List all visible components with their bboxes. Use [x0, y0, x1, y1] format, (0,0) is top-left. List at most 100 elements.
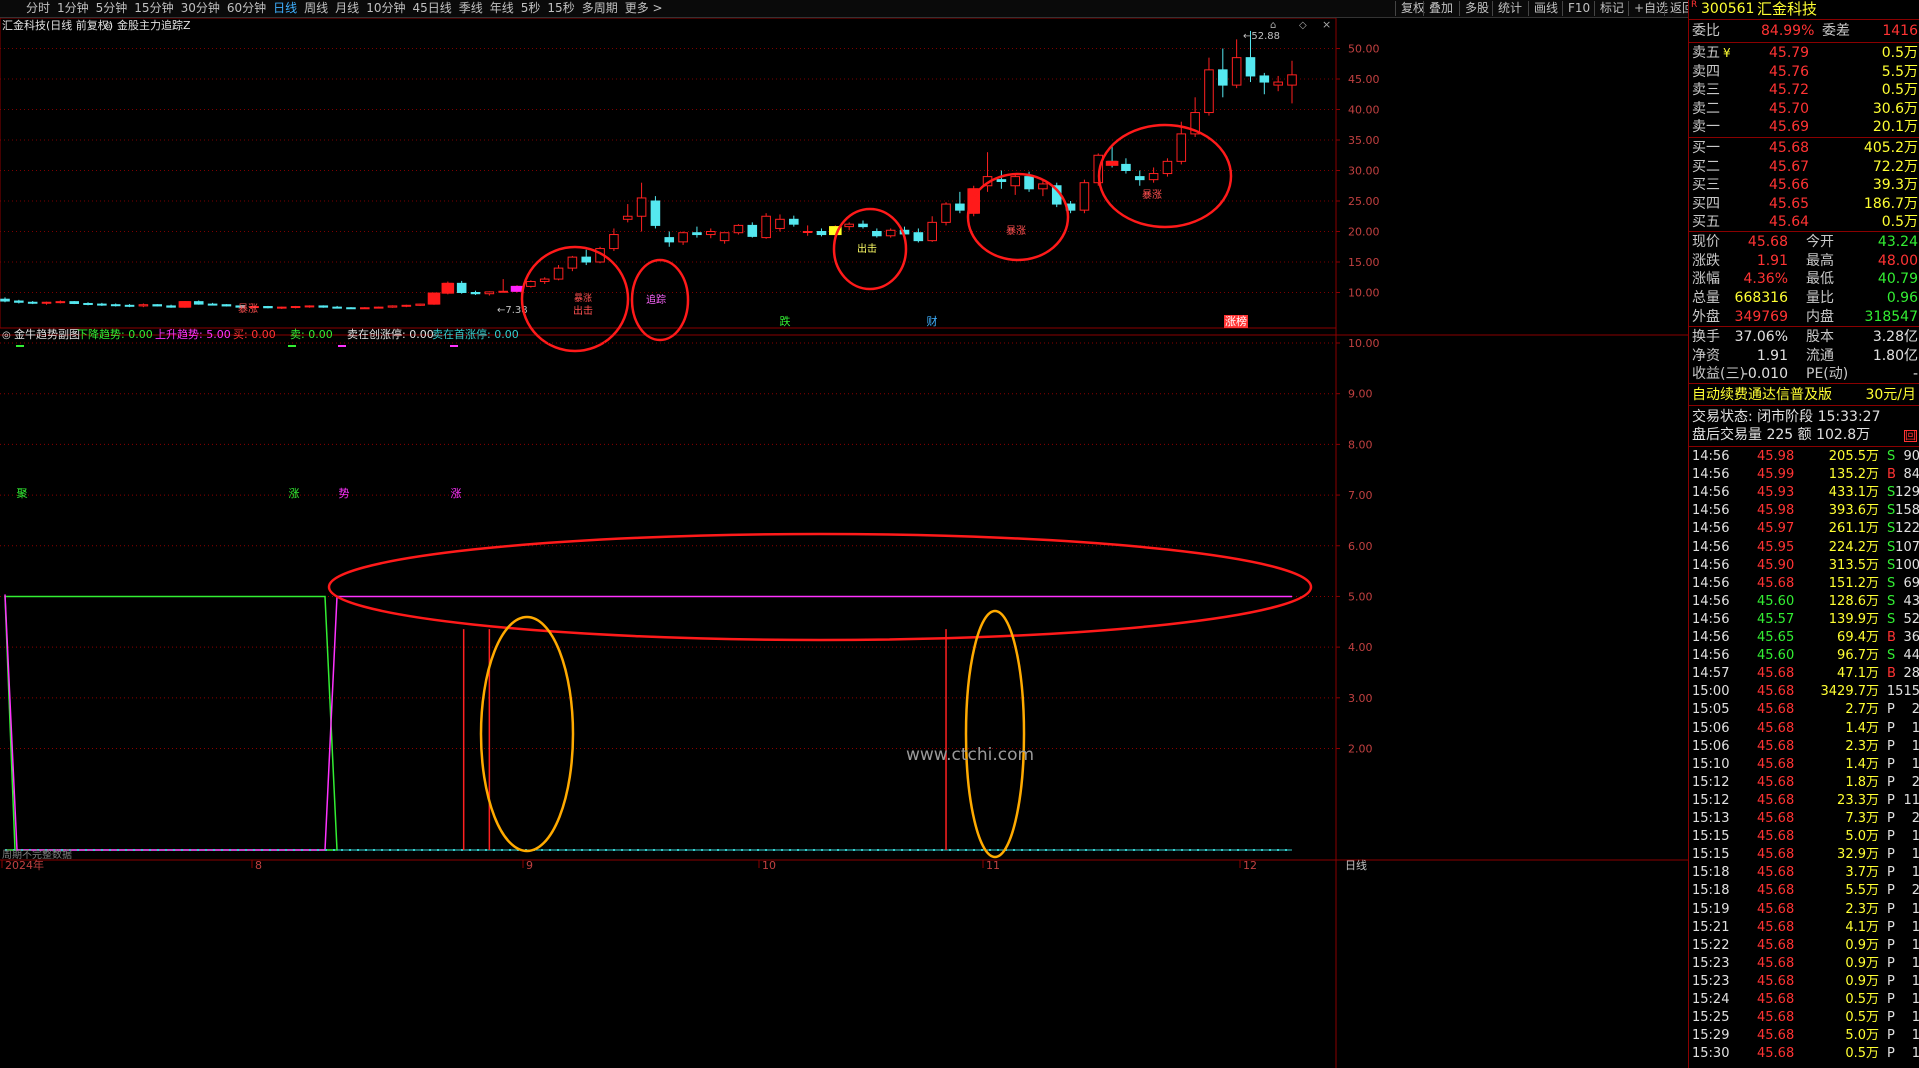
tick-row: 14:56 45.93 433.1万 S 129	[1689, 484, 1919, 502]
candle-body	[387, 305, 398, 308]
promo-text[interactable]: 自动续费通达信普及版	[1692, 386, 1832, 404]
tick-count: 1	[1911, 865, 1919, 881]
tick-side: P	[1887, 756, 1895, 772]
bid-volume: 186.7万	[1863, 195, 1918, 212]
signal-label: 暴涨	[238, 303, 258, 315]
tick-count: 1	[1911, 1046, 1919, 1062]
tab-timeframe-13[interactable]: 5秒	[521, 0, 541, 16]
price-tick-label: 35.00	[1348, 134, 1380, 147]
kline-chart-area[interactable]: 汇金科技(日线 前复权)◎ 金股主力追踪Z ⌂ ◇ ×50.0045.0040.0035…	[0, 18, 1688, 1068]
tick-time: 15:05	[1692, 702, 1730, 718]
price-tick-label: 25.00	[1348, 195, 1380, 208]
tab-timeframe-2[interactable]: 5分钟	[96, 0, 128, 16]
signal-label: 追踪	[646, 293, 666, 306]
sub-signal-label: 聚	[17, 487, 28, 500]
tick-price: 45.68	[1757, 792, 1795, 808]
candle-body	[1218, 69, 1228, 86]
tick-count: 158	[1895, 503, 1919, 519]
sub-tick-label: 2.00	[1348, 743, 1373, 756]
sub-tick-label: 7.00	[1348, 489, 1373, 502]
promo-price[interactable]: 30元/月	[1865, 386, 1916, 404]
tick-amount: 3429.7万	[1820, 684, 1880, 700]
tab-timeframe-5[interactable]: 60分钟	[227, 0, 266, 16]
sub-signal-label: 涨	[451, 487, 462, 500]
tick-row: 14:56 45.98 205.5万 S 90	[1689, 448, 1919, 466]
toolbar-button-4[interactable]: 画线	[1528, 1, 1563, 16]
toolbar-button-3[interactable]: 统计	[1492, 1, 1527, 16]
tick-price: 45.57	[1757, 611, 1795, 627]
tick-amount: 261.1万	[1828, 521, 1879, 537]
stat-label: 内盘	[1806, 308, 1834, 325]
expand-icon[interactable]: 回	[1904, 430, 1917, 442]
tab-timeframe-16[interactable]: 更多 >	[625, 0, 663, 16]
tick-time: 15:06	[1692, 738, 1730, 754]
tick-time: 15:12	[1692, 792, 1730, 808]
tab-timeframe-12[interactable]: 年线	[490, 0, 514, 16]
tab-timeframe-7[interactable]: 周线	[304, 0, 328, 16]
tick-time: 14:57	[1692, 666, 1730, 682]
tick-count: 2	[1911, 883, 1919, 899]
tab-timeframe-10[interactable]: 45日线	[412, 0, 451, 16]
quote-panel: R 300561 汇金科技 委比 84.99% 委差 1416 自动续费通达信普…	[1688, 0, 1919, 1068]
tick-price: 45.68	[1757, 666, 1795, 682]
toolbar-button-6[interactable]: 标记	[1594, 1, 1629, 16]
tick-amount: 7.3万	[1845, 811, 1879, 826]
candle-body	[692, 232, 702, 236]
date-label: 9	[526, 859, 533, 872]
stat-value: 1.91	[1756, 347, 1788, 364]
tick-price: 45.60	[1757, 593, 1795, 609]
tick-price: 45.68	[1757, 883, 1795, 899]
tab-timeframe-4[interactable]: 30分钟	[181, 0, 220, 16]
tick-side: S	[1887, 611, 1896, 627]
bid-label: 买五	[1692, 214, 1720, 230]
watermark: www.ctchi.com	[906, 745, 1034, 765]
tick-row: 15:18 45.68 3.7万 P 1	[1689, 864, 1919, 882]
tick-side: P	[1887, 1010, 1895, 1026]
tick-time: 15:22	[1692, 937, 1730, 953]
signal-label: 出击	[573, 304, 593, 317]
bid-price: 45.67	[1769, 158, 1810, 175]
tick-price: 45.98	[1757, 449, 1795, 464]
tick-amount: 2.7万	[1845, 702, 1879, 718]
tab-timeframe-14[interactable]: 15秒	[547, 0, 574, 16]
candle-body	[360, 307, 370, 310]
tab-timeframe-1[interactable]: 1分钟	[57, 0, 89, 16]
tick-count: 1	[1911, 756, 1919, 772]
tick-amount: 2.3万	[1845, 738, 1879, 754]
tick-time: 15:29	[1692, 1028, 1730, 1044]
tick-count: 11	[1903, 792, 1919, 808]
tick-price: 45.97	[1757, 521, 1795, 537]
downtrend-line	[5, 595, 338, 851]
tick-amount: 313.5万	[1828, 557, 1879, 573]
tick-count: 122	[1895, 521, 1919, 537]
candle-body	[719, 232, 730, 242]
candle-body	[14, 300, 24, 303]
tab-timeframe-11[interactable]: 季线	[459, 0, 483, 16]
toolbar-button-1[interactable]: 叠加	[1423, 1, 1458, 16]
tick-side: P	[1887, 811, 1895, 826]
tab-timeframe-15[interactable]: 多周期	[582, 0, 618, 16]
wb-value: 84.99%	[1761, 23, 1815, 39]
tab-timeframe-0[interactable]: 分时	[26, 0, 50, 16]
tick-row: 14:56 45.60 96.7万 S 44	[1689, 647, 1919, 665]
tick-amount: 139.9万	[1828, 611, 1879, 627]
tick-row: 15:24 45.68 0.5万 P 1	[1689, 991, 1919, 1009]
tab-timeframe-9[interactable]: 10分钟	[366, 0, 405, 16]
tab-timeframe-3[interactable]: 15分钟	[134, 0, 173, 16]
tick-side: S	[1887, 575, 1896, 591]
tick-time: 14:56	[1692, 630, 1730, 645]
candle-body	[346, 307, 356, 310]
tick-count: 1	[1911, 901, 1919, 917]
candle-body	[373, 306, 384, 309]
toolbar-button-2[interactable]: 多股	[1459, 1, 1494, 16]
tick-side: P	[1887, 1028, 1895, 1044]
toolbar-button-5[interactable]: F10	[1562, 1, 1595, 16]
wc-value: 1416	[1882, 23, 1918, 39]
tick-time: 15:06	[1692, 720, 1730, 736]
tab-timeframe-8[interactable]: 月线	[335, 0, 359, 16]
indicator-title: 金股主力追踪Z	[117, 18, 191, 32]
tick-time: 15:15	[1692, 847, 1730, 863]
sub-indicator-value: 卖: 0.00	[290, 328, 333, 341]
tab-timeframe-6[interactable]: 日线	[273, 0, 297, 16]
bid-volume: 0.5万	[1881, 214, 1918, 230]
